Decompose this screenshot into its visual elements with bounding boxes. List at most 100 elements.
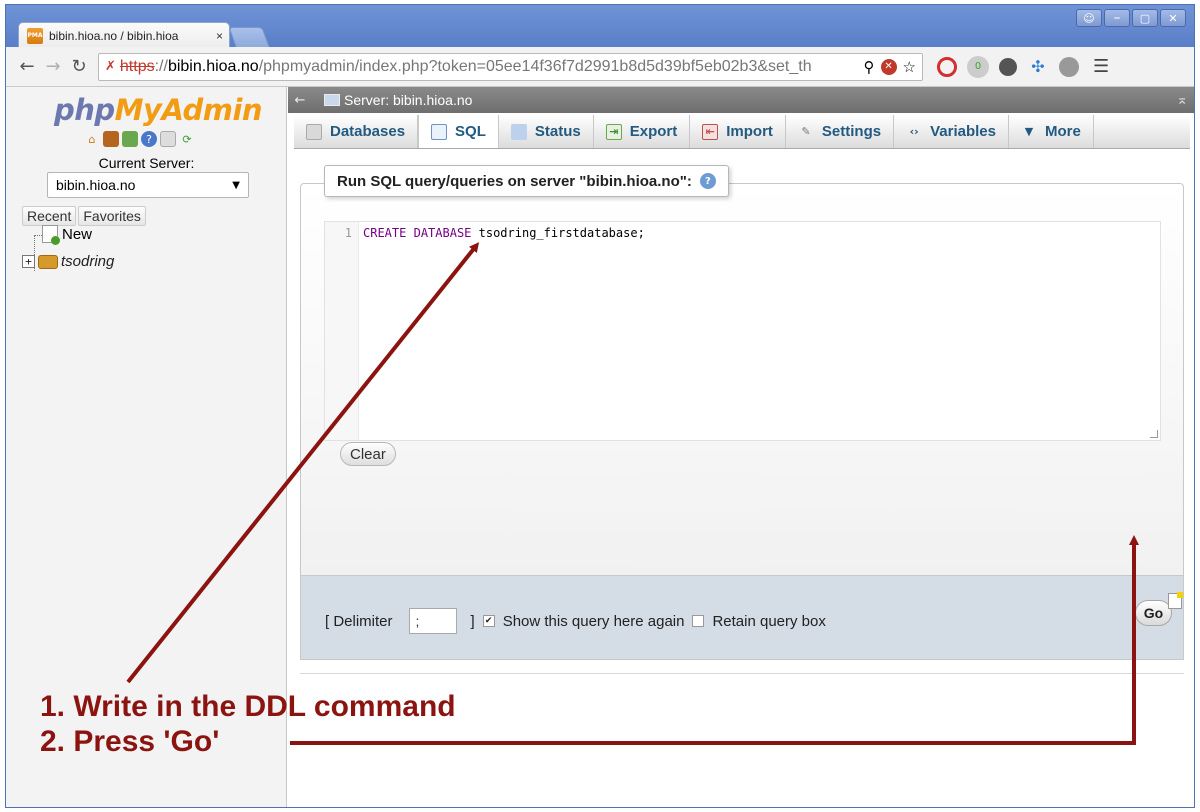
zoom-icon[interactable]: ⚲	[864, 58, 875, 76]
stop-icon[interactable]: ✕	[880, 58, 897, 75]
logout-icon[interactable]	[103, 131, 119, 147]
maximize-button[interactable]: ▢	[1132, 9, 1158, 27]
server-breadcrumb-bar: ← Server: bibin.hioa.no ⌅	[288, 87, 1194, 113]
help-icon[interactable]: ?	[141, 131, 157, 147]
favorites-button[interactable]: Favorites	[78, 206, 146, 226]
tab-import-label: Import	[726, 123, 773, 140]
nav-icon-bar: ⌂ ? ⟳	[84, 131, 195, 147]
browser-window: PMA bibin.hioa.no / bibin.hioa × ☺ ⎯ ▢ ✕…	[5, 4, 1195, 808]
results-divider	[300, 673, 1184, 674]
close-window-button[interactable]: ✕	[1160, 9, 1186, 27]
delimiter-close-bracket: ]	[470, 612, 475, 630]
collapse-navigation-icon[interactable]: ←	[288, 93, 312, 108]
show-query-label: Show this query here again	[502, 612, 685, 630]
tab-title: bibin.hioa.no / bibin.hioa	[49, 28, 179, 43]
expand-icon[interactable]: +	[22, 255, 35, 268]
window-controls: ☺ ⎯ ▢ ✕	[1076, 9, 1186, 27]
tree-item-new-label: New	[62, 225, 93, 243]
retain-query-label: Retain query box	[712, 612, 826, 630]
reload-navigation-icon[interactable]: ⟳	[179, 131, 195, 147]
url-host: bibin.hioa.no	[167, 57, 259, 75]
user-profile-icon[interactable]: ☺	[1076, 9, 1102, 27]
back-arrow-icon[interactable]: ←	[14, 54, 40, 80]
resize-handle[interactable]	[1150, 430, 1158, 438]
opera-extension-icon[interactable]	[937, 56, 957, 77]
server-breadcrumb[interactable]: Server: bibin.hioa.no	[344, 92, 472, 108]
tab-status[interactable]: Status	[499, 115, 594, 148]
tab-more[interactable]: ▼ More	[1009, 115, 1094, 148]
server-icon	[324, 94, 340, 106]
insecure-lock-icon[interactable]: ✗	[105, 59, 116, 74]
retain-query-checkbox[interactable]	[692, 615, 705, 627]
home-icon[interactable]: ⌂	[84, 131, 100, 147]
sql-keyword: DATABASE	[413, 226, 472, 240]
query-options-footer: [ Delimiter ; ] ✔ Show this query here a…	[300, 576, 1184, 660]
variables-icon: ‹›	[909, 125, 919, 138]
minimize-button[interactable]: ⎯	[1104, 9, 1130, 27]
scroll-top-icon[interactable]: ⌅	[1176, 92, 1188, 108]
forward-arrow-icon[interactable]: →	[40, 54, 66, 80]
triangle-down-icon: ▼	[1024, 125, 1034, 138]
annotation-step-1: 1. Write in the DDL command	[40, 690, 456, 723]
top-menu-tabs: Databases SQL Status ⇥ Export ⇤ Import ✎…	[294, 115, 1190, 149]
tree-item-database[interactable]: + tsodring	[22, 253, 114, 270]
tab-sql[interactable]: SQL	[418, 115, 499, 148]
menu-icon[interactable]: ☰	[1093, 56, 1109, 77]
browser-tab[interactable]: PMA bibin.hioa.no / bibin.hioa ×	[18, 22, 230, 48]
tab-databases-label: Databases	[330, 123, 406, 140]
url-path: /phpmyadmin/index.php?token=05ee14f36f7d…	[258, 57, 812, 75]
recent-button[interactable]: Recent	[22, 206, 77, 226]
export-icon: ⇥	[605, 123, 622, 140]
reload-icon[interactable]: ↻	[66, 54, 92, 80]
show-query-checkbox[interactable]: ✔	[482, 615, 495, 627]
console-icon[interactable]	[1168, 592, 1183, 609]
annotation-step-2: 2. Press 'Go'	[40, 725, 220, 758]
bookmark-star-icon[interactable]: ☆	[903, 58, 916, 76]
database-icon	[38, 254, 58, 269]
new-database-icon	[42, 225, 60, 245]
documentation-icon[interactable]	[160, 131, 176, 147]
delimiter-input[interactable]: ;	[408, 608, 457, 634]
address-bar[interactable]: ✗ https :// bibin.hioa.no /phpmyadmin/in…	[98, 52, 923, 81]
current-server-label: Current Server:	[98, 155, 195, 171]
browser-toolbar: ← → ↻ ✗ https :// bibin.hioa.no /phpmyad…	[6, 47, 1194, 87]
sql-icon	[431, 123, 448, 140]
sql-code-line[interactable]: CREATE DATABASE tsodring_firstdatabase;	[363, 226, 645, 240]
omnibox-actions: ⚲ ✕ ☆	[864, 58, 916, 76]
network-extension-icon[interactable]: ✣	[1027, 56, 1049, 78]
sql-identifier: tsodring_firstdatabase;	[478, 226, 645, 240]
extension-icons: 0 ✣	[937, 55, 1079, 78]
new-tab-button[interactable]	[228, 27, 270, 47]
sql-editor[interactable]: 1 CREATE DATABASE tsodring_firstdatabase…	[324, 221, 1161, 441]
tab-settings[interactable]: ✎ Settings	[786, 115, 895, 148]
databases-icon	[306, 123, 322, 140]
url-separator: ://	[154, 57, 168, 75]
line-number-gutter: 1	[325, 222, 359, 440]
tab-databases[interactable]: Databases	[294, 115, 419, 148]
phpmyadmin-logo[interactable]: phpMyAdmin	[54, 93, 263, 127]
tab-export-label: Export	[629, 123, 678, 140]
clear-button[interactable]: Clear	[340, 442, 396, 466]
gnu-extension-icon[interactable]	[1059, 56, 1079, 77]
go-button[interactable]: Go	[1135, 600, 1172, 626]
sql-keyword: CREATE	[363, 226, 407, 240]
logo-my-text: My	[114, 93, 162, 127]
server-select[interactable]: bibin.hioa.no ▼	[47, 172, 249, 198]
wrench-icon: ✎	[801, 125, 811, 138]
tab-import[interactable]: ⇤ Import	[690, 115, 786, 148]
logo-admin-text: Admin	[161, 93, 263, 127]
server-select-value: bibin.hioa.no	[56, 177, 136, 193]
ball-extension-icon[interactable]	[999, 57, 1017, 76]
tab-export[interactable]: ⇥ Export	[594, 115, 691, 148]
recent-favorites-tabs: Recent Favorites	[22, 206, 146, 226]
globe-extension-icon[interactable]: 0	[967, 55, 989, 78]
sql-query-legend: Run SQL query/queries on server "bibin.h…	[324, 165, 729, 197]
query-window-icon[interactable]	[122, 131, 138, 147]
tab-settings-label: Settings	[821, 123, 882, 140]
tree-item-new[interactable]: New	[42, 225, 93, 245]
line-number: 1	[344, 226, 352, 240]
chevron-down-icon: ▼	[232, 179, 240, 191]
tab-close-icon[interactable]: ×	[216, 29, 223, 43]
help-icon[interactable]: ?	[699, 173, 716, 189]
tab-variables[interactable]: ‹› Variables	[894, 115, 1009, 148]
